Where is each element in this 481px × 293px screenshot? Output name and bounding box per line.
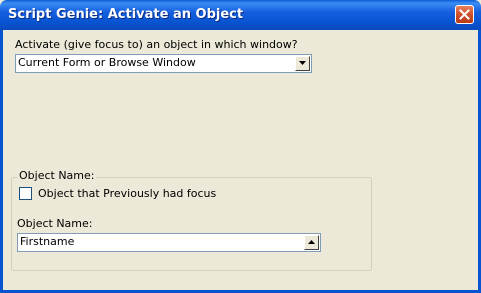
chevron-down-icon — [299, 61, 306, 65]
previous-focus-label: Object that Previously had focus — [38, 187, 217, 200]
object-name-label: Object Name: — [17, 217, 93, 230]
window-select-value: Current Form or Browse Window — [18, 56, 196, 69]
previous-focus-checkbox[interactable] — [19, 187, 32, 200]
window-select-dropdown-button[interactable] — [295, 56, 310, 71]
window-frame-left — [0, 30, 3, 293]
window-title: Script Genie: Activate an Object — [8, 7, 244, 22]
object-name-field[interactable]: Firstname — [17, 233, 321, 252]
window-select[interactable]: Current Form or Browse Window — [15, 54, 312, 73]
close-icon — [459, 9, 470, 20]
object-group-legend: Object Name: — [17, 169, 97, 182]
chevron-up-icon — [308, 240, 315, 244]
object-name-spinner-button[interactable] — [304, 235, 319, 250]
object-name-value: Firstname — [20, 235, 75, 248]
window-prompt-label: Activate (give focus to) an object in wh… — [15, 38, 298, 51]
title-bar: Script Genie: Activate an Object — [0, 0, 481, 30]
close-button[interactable] — [455, 5, 474, 24]
